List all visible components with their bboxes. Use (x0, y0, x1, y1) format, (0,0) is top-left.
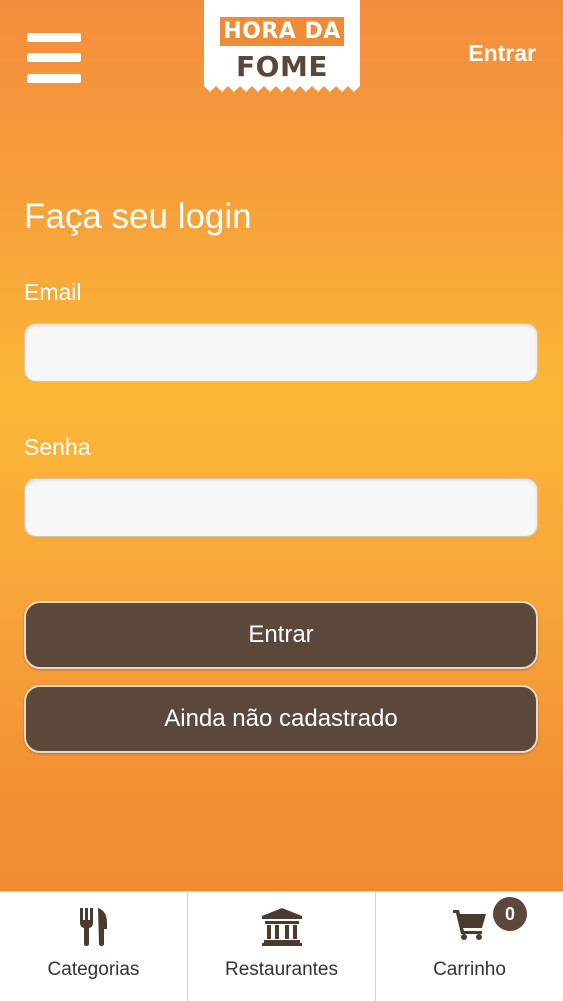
nav-item-categorias[interactable]: Categorias (0, 892, 188, 1001)
hora-da-fome-logo: HORA DA FOME (204, 0, 360, 96)
password-label: Senha (24, 434, 91, 460)
password-field[interactable] (24, 478, 538, 537)
nav-item-restaurantes[interactable]: Restaurantes (188, 892, 376, 1001)
page-title: Faça seu login (24, 197, 252, 236)
app-header: HORA DA FOME Entrar (0, 0, 563, 120)
logo-text-top: HORA DA (220, 17, 344, 46)
nav-label-carrinho: Carrinho (433, 959, 506, 980)
login-button[interactable]: Entrar (24, 601, 538, 669)
cart-icon (452, 908, 487, 945)
register-button[interactable]: Ainda não cadastrado (24, 685, 538, 753)
utensils-icon (79, 908, 109, 951)
nav-label-restaurantes: Restaurantes (224, 959, 338, 980)
email-label: Email (24, 279, 82, 305)
nav-item-carrinho[interactable]: 0 Carrinho (376, 892, 563, 1001)
email-field[interactable] (24, 323, 538, 382)
nav-label-categorias: Categorias (47, 959, 140, 980)
logo-text-bottom: FOME (236, 50, 328, 83)
building-icon (261, 908, 302, 951)
header-login-link[interactable]: Entrar (468, 40, 536, 67)
cart-count-badge: 0 (493, 897, 527, 931)
bottom-navigation: Categorias Restaurantes 0 Carrinho (0, 891, 563, 1001)
hamburger-menu-icon[interactable] (27, 33, 81, 83)
